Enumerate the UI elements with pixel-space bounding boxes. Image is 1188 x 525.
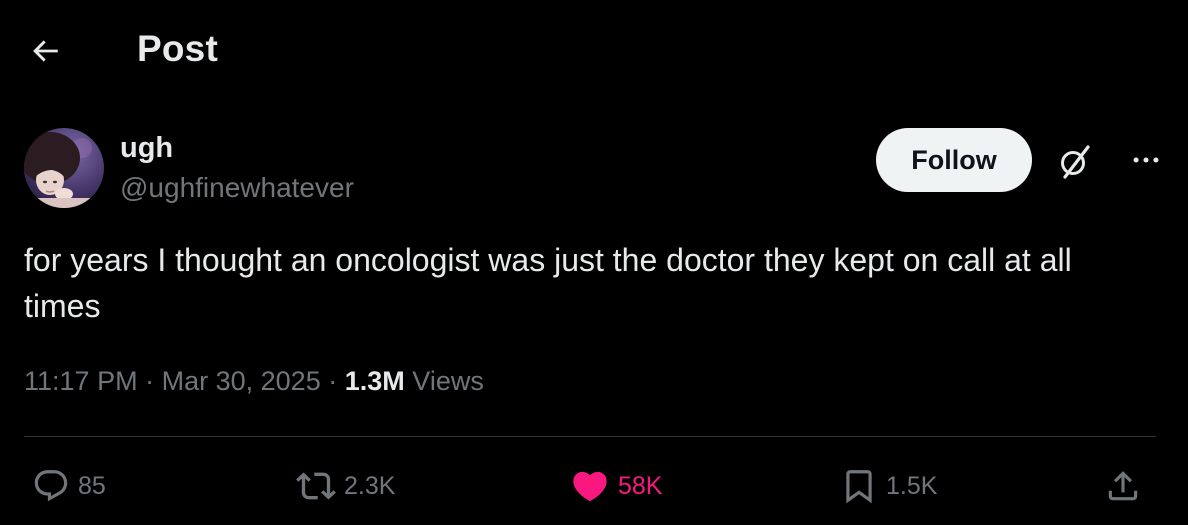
reply-icon (34, 470, 68, 502)
post-date[interactable]: Mar 30, 2025 (162, 366, 321, 396)
more-button[interactable] (1124, 138, 1168, 182)
reply-button[interactable]: 85 (32, 456, 106, 516)
meta-separator: · (145, 366, 155, 396)
grok-icon (1061, 145, 1090, 179)
post-text: for years I thought an oncologist was ju… (24, 242, 1072, 324)
bookmark-icon (846, 470, 872, 504)
repost-button[interactable]: 2.3K (296, 456, 395, 516)
repost-icon (296, 472, 336, 500)
share-icon (1108, 471, 1138, 501)
views-label: Views (412, 366, 484, 396)
reply-count: 85 (78, 471, 106, 500)
grok-button[interactable] (1052, 138, 1098, 184)
avatar-image (24, 128, 104, 208)
action-bar: 85 2.3K 58K 1.5K (24, 456, 1164, 516)
share-button[interactable] (1104, 456, 1142, 516)
heart-icon (573, 471, 607, 502)
repost-count: 2.3K (344, 471, 396, 500)
bookmark-count: 1.5K (886, 471, 938, 500)
post-header: Post (0, 0, 1188, 100)
display-name[interactable]: ugh (120, 132, 173, 165)
arrow-left-icon (33, 40, 58, 62)
back-button[interactable] (24, 30, 66, 72)
post-meta: 11:17 PM · Mar 30, 2025 · 1.3M Views (24, 366, 484, 397)
like-count: 58K (618, 471, 663, 500)
views-count: 1.3M (344, 366, 405, 396)
more-icon (1133, 157, 1159, 163)
bookmark-button[interactable]: 1.5K (840, 456, 937, 516)
divider (24, 436, 1156, 437)
post-time[interactable]: 11:17 PM (24, 366, 138, 396)
author-row: ugh @ughfinewhatever Follow (24, 126, 1164, 210)
like-button[interactable]: 58K (570, 456, 662, 516)
page-title: Post (137, 28, 218, 69)
meta-separator: · (328, 366, 338, 396)
follow-button[interactable]: Follow (876, 128, 1032, 192)
avatar[interactable] (24, 128, 104, 208)
user-handle[interactable]: @ughfinewhatever (120, 172, 354, 204)
